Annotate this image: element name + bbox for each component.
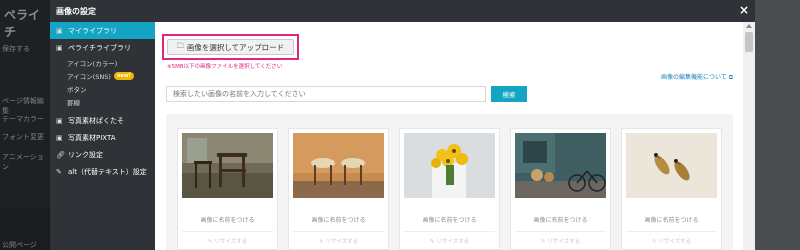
image-thumbnail[interactable]: [515, 133, 606, 198]
image-name-label[interactable]: 画像に名前をつける: [622, 215, 721, 224]
image-search-input[interactable]: [166, 86, 486, 102]
upload-button[interactable]: 🗀 画像を選択してアップロード: [167, 39, 294, 55]
new-badge: new!: [113, 71, 134, 80]
sidebar-item-link-settings[interactable]: 🔗︎ リンク設定: [50, 146, 155, 163]
modal-main: 🗀 画像を選択してアップロード ※5MB以下の画像ファイルを選択してください 画…: [155, 22, 743, 250]
image-card[interactable]: 画像に名前をつける ✎ リサイズする: [288, 128, 389, 250]
card-divider: [182, 231, 273, 232]
resize-button[interactable]: ✎ リサイズする: [178, 237, 277, 245]
image-card[interactable]: 画像に名前をつける ✎ リサイズする: [621, 128, 722, 250]
modal-header: 画像の設定 ×: [50, 0, 755, 22]
background-logo: ペライチ: [4, 8, 41, 39]
card-divider: [515, 231, 606, 232]
image-card[interactable]: 画像に名前をつける ✎ リサイズする: [510, 128, 611, 250]
upload-highlight: 🗀 画像を選択してアップロード: [162, 34, 299, 60]
image-icon: ▣: [56, 133, 63, 142]
resize-button[interactable]: ✎ リサイズする: [289, 237, 388, 245]
vertical-scrollbar[interactable]: [743, 22, 755, 250]
sidebar-subitem-button[interactable]: ボタン: [50, 82, 155, 95]
resize-label: リサイズする: [547, 239, 581, 245]
sidebar-item-label: リンク設定: [68, 150, 103, 159]
folder-icon: 🗀: [176, 41, 184, 50]
search-button[interactable]: 検索: [491, 86, 527, 102]
close-icon[interactable]: ×: [739, 3, 749, 17]
external-link-icon: ⧉: [728, 74, 733, 81]
background-item: ページ情報編集: [2, 97, 44, 115]
sidebar-item-peraichi-library[interactable]: ▣ ペライチライブラリ: [50, 39, 155, 56]
scrollbar-thumb[interactable]: [745, 32, 753, 52]
image-name-label[interactable]: 画像に名前をつける: [289, 215, 388, 224]
background-item: テーマカラー: [2, 115, 44, 123]
sidebar-item-label: ペライチライブラリ: [68, 43, 131, 52]
sidebar-item-alt-settings[interactable]: ✎ alt（代替テキスト）設定: [50, 163, 155, 180]
image-icon: ▣: [56, 116, 63, 125]
sidebar-item-label: マイライブラリ: [68, 26, 117, 35]
background-sidebar: ペライチ 保存する ページ情報編集 テーマカラー フォント変更 アニメーション …: [0, 0, 50, 250]
resize-button[interactable]: ✎ リサイズする: [511, 237, 610, 245]
sidebar-subitem-label: 罫線: [67, 98, 80, 107]
image-name-label[interactable]: 画像に名前をつける: [178, 215, 277, 224]
resize-label: リサイズする: [658, 239, 692, 245]
sidebar-subitem-label: アイコン(カラー): [67, 59, 118, 68]
image-grid: 画像に名前をつける ✎ リサイズする 画像に名前をつける ✎ リサイズする 画像…: [166, 114, 733, 250]
image-edit-help-link[interactable]: 画像の編集機能について ⧉: [661, 72, 733, 82]
image-card[interactable]: 画像に名前をつける ✎ リサイズする: [399, 128, 500, 250]
help-link-label: 画像の編集機能について: [660, 74, 727, 81]
image-card[interactable]: 画像に名前をつける ✎ リサイズする: [177, 128, 278, 250]
sidebar-item-my-library[interactable]: ▣ マイライブラリ: [50, 22, 155, 39]
upload-note: ※5MB以下の画像ファイルを選択してください: [167, 64, 283, 70]
scroll-up-arrow-icon[interactable]: [746, 24, 752, 28]
sidebar-item-label: alt（代替テキスト）設定: [68, 167, 147, 176]
resize-label: リサイズする: [436, 239, 470, 245]
modal-title: 画像の設定: [56, 6, 96, 16]
resize-button[interactable]: ✎ リサイズする: [622, 237, 721, 245]
sidebar-item-pixta[interactable]: ▣ 写真素材PIXTA: [50, 129, 155, 146]
image-thumbnail[interactable]: [626, 133, 717, 198]
sidebar-item-pakutaso[interactable]: ▣ 写真素材ぱくたそ: [50, 112, 155, 129]
sidebar-subitem-label: アイコン(SNS): [67, 72, 111, 81]
card-divider: [626, 231, 717, 232]
upload-button-label: 画像を選択してアップロード: [186, 42, 285, 52]
modal-sidebar: ▣ マイライブラリ ▣ ペライチライブラリ アイコン(カラー) アイコン(SNS…: [50, 22, 155, 250]
sidebar-item-label: 写真素材PIXTA: [68, 133, 116, 142]
resize-label: リサイズする: [325, 239, 359, 245]
resize-label: リサイズする: [214, 239, 248, 245]
image-icon: ▣: [56, 43, 63, 52]
image-thumbnail[interactable]: [293, 133, 384, 198]
sidebar-subitem-divider[interactable]: 罫線: [50, 95, 155, 108]
image-icon: ▣: [56, 26, 63, 35]
background-item: アニメーション: [2, 153, 44, 171]
sidebar-item-label: 写真素材ぱくたそ: [68, 116, 124, 125]
background-item: 保存する: [2, 45, 30, 53]
sidebar-subitem-label: ボタン: [67, 85, 87, 94]
image-name-label[interactable]: 画像に名前をつける: [511, 215, 610, 224]
sidebar-subitem-icon-sns[interactable]: アイコン(SNS) new!: [50, 69, 155, 82]
resize-button[interactable]: ✎ リサイズする: [400, 237, 499, 245]
card-divider: [404, 231, 495, 232]
background-item: フォント変更: [2, 133, 44, 141]
link-icon: 🔗︎: [56, 150, 65, 159]
card-divider: [293, 231, 384, 232]
image-settings-modal: 画像の設定 × ▣ マイライブラリ ▣ ペライチライブラリ アイコン(カラー) …: [50, 0, 755, 250]
background-bottom-label: 公開ページ: [2, 241, 37, 249]
background-bottom: 公開ページ: [0, 208, 50, 250]
sidebar-subitem-icon-color[interactable]: アイコン(カラー): [50, 56, 155, 69]
image-thumbnail[interactable]: [182, 133, 273, 198]
pencil-icon: ✎: [56, 167, 62, 176]
image-thumbnail[interactable]: [404, 133, 495, 198]
image-name-label[interactable]: 画像に名前をつける: [400, 215, 499, 224]
